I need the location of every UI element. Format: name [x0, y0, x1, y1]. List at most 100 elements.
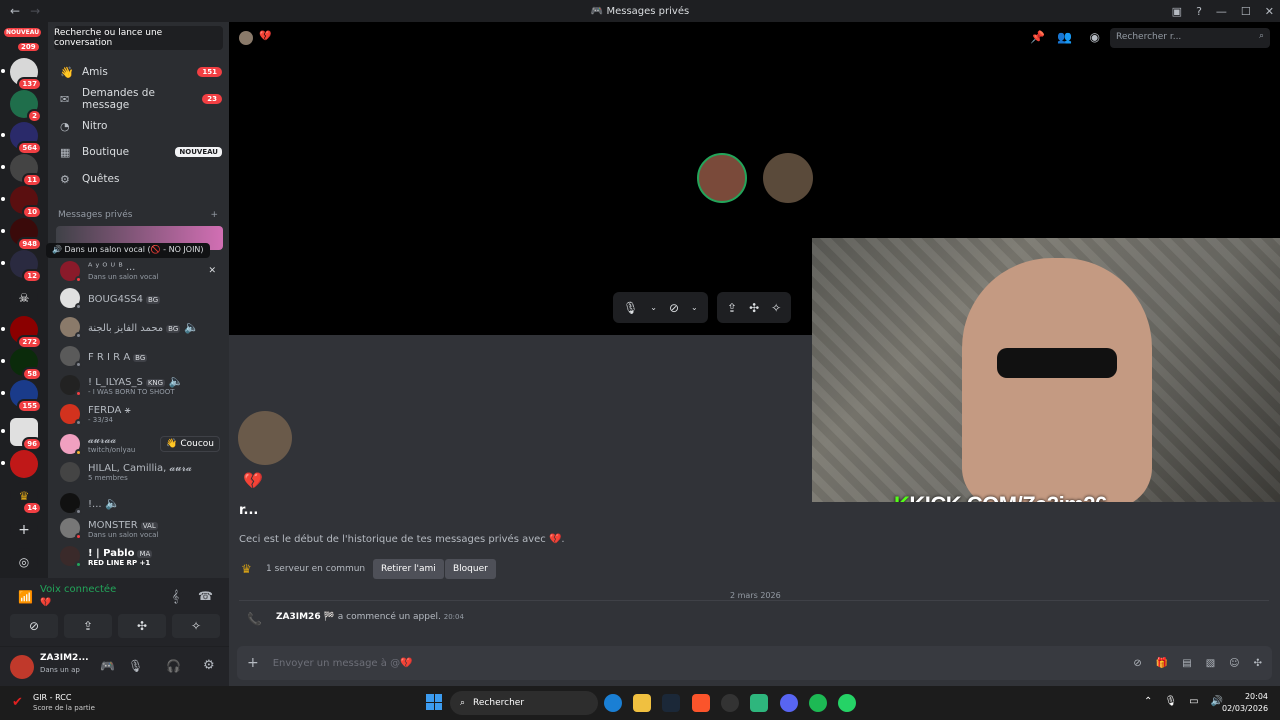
- block-button[interactable]: Bloquer: [445, 559, 496, 579]
- nav-nitro[interactable]: ◔ Nitro: [56, 114, 222, 138]
- settings-gear-icon[interactable]: ⚙: [203, 658, 215, 673]
- inbox-icon[interactable]: ▣: [1172, 5, 1182, 18]
- maximize-button[interactable]: ☐: [1241, 5, 1251, 18]
- microphone-icon[interactable]: 🎙: [128, 659, 143, 673]
- activities-icon[interactable]: ✣: [749, 301, 759, 315]
- server-icon[interactable]: 564: [1, 122, 42, 155]
- avatar[interactable]: [10, 655, 34, 679]
- kick-overlay-text: KKICK.COM/Za3im26: [894, 492, 1107, 502]
- friends-icon: 👋: [60, 65, 74, 79]
- chevron-down-icon[interactable]: ⌄: [691, 303, 698, 312]
- server-icon[interactable]: 12: [1, 250, 42, 283]
- emoji-icon[interactable]: ☺: [1229, 658, 1239, 669]
- dm-item[interactable]: 𝓪𝓾𝓻𝓪𝓪 twitch/onlyau 👋 Coucou: [56, 430, 224, 458]
- microphone-icon[interactable]: 🎙: [1164, 696, 1177, 707]
- sticker-icon[interactable]: ▧: [1206, 658, 1215, 669]
- coucou-button[interactable]: 👋 Coucou: [160, 436, 220, 452]
- dm-item[interactable]: MONSTER VAL Dans un salon vocal: [56, 514, 224, 542]
- dm-item[interactable]: HILAL, Camillia, 𝓪𝓾𝓻𝓪 5 membres: [56, 458, 224, 486]
- remove-friend-button[interactable]: Retirer l'ami: [373, 559, 444, 579]
- help-icon[interactable]: ?: [1196, 5, 1202, 18]
- server-icon[interactable]: 137: [1, 58, 42, 91]
- create-dm-icon[interactable]: +: [210, 210, 218, 220]
- add-attachment-icon[interactable]: +: [247, 655, 259, 671]
- chevron-up-icon[interactable]: ⌃: [1144, 696, 1152, 707]
- dm-item[interactable]: F R I R A BG: [56, 342, 224, 370]
- server-badge: 137: [17, 77, 42, 91]
- windows-start-icon[interactable]: [426, 694, 442, 710]
- headphones-icon[interactable]: 🎧: [166, 659, 181, 673]
- dm-name: ! | Pablo: [88, 548, 135, 559]
- edge-icon[interactable]: [604, 694, 622, 712]
- close-button[interactable]: ✕: [1265, 5, 1274, 18]
- activities-button[interactable]: ✣: [118, 614, 166, 638]
- soundboard-button[interactable]: ✧: [172, 614, 220, 638]
- app-icon[interactable]: [750, 694, 768, 712]
- camera-off-icon[interactable]: ⊘: [669, 301, 679, 315]
- spotify-icon[interactable]: [809, 694, 827, 712]
- nav-shop[interactable]: ▦ Boutique NOUVEAU: [56, 140, 222, 164]
- folder-icon[interactable]: [633, 694, 651, 712]
- gift-icon[interactable]: 🎁: [1156, 658, 1168, 669]
- nav-friends[interactable]: 👋 Amis 151: [56, 60, 222, 84]
- server-icon[interactable]: 155: [1, 380, 42, 413]
- dm-item[interactable]: محمد الفايز بالجنة BG 🔈: [56, 313, 224, 341]
- network-icon[interactable]: ▭: [1189, 696, 1198, 707]
- username: ZA3IM2...: [40, 653, 89, 663]
- camera-off-button[interactable]: ⊘: [10, 614, 58, 638]
- server-icon[interactable]: 2: [10, 90, 42, 123]
- no-mic-icon[interactable]: ⊘: [1133, 658, 1141, 669]
- discord-icon[interactable]: [780, 694, 798, 712]
- nav-message-requests[interactable]: ✉ Demandes de message 23: [56, 87, 222, 111]
- taskbar-search[interactable]: ⌕ Rechercher: [450, 691, 598, 715]
- server-icon[interactable]: 948: [1, 218, 42, 251]
- header-search-input[interactable]: Rechercher r... ⌕: [1110, 28, 1270, 48]
- soundboard-icon[interactable]: 𝄞: [172, 589, 179, 604]
- apps-icon[interactable]: ✣: [1254, 658, 1262, 669]
- server-icon[interactable]: ♛ 14: [10, 482, 42, 515]
- dm-item[interactable]: FERDA ⚹ - 33/34: [56, 400, 224, 428]
- whatsapp-icon[interactable]: [838, 694, 856, 712]
- server-icon[interactable]: 272: [1, 316, 42, 349]
- screen-share-button[interactable]: ⇪: [64, 614, 112, 638]
- dm-item[interactable]: BOUG4SS4 BG: [56, 284, 224, 312]
- dm-name: BOUG4SS4: [88, 294, 144, 305]
- pin-icon[interactable]: 📌: [1030, 30, 1045, 44]
- steam-icon[interactable]: [662, 694, 680, 712]
- game-icon[interactable]: ✔: [12, 695, 23, 710]
- chevron-down-icon[interactable]: ⌄: [650, 303, 657, 312]
- close-dm-icon[interactable]: ✕: [208, 266, 216, 276]
- gif-icon[interactable]: ▤: [1182, 658, 1191, 669]
- server-icon[interactable]: 11: [1, 154, 42, 187]
- add-server-icon[interactable]: +: [10, 516, 38, 544]
- microphone-icon[interactable]: 🎙: [623, 301, 638, 315]
- participant-avatar[interactable]: [763, 153, 813, 203]
- search-conversation-button[interactable]: Recherche ou lance une conversation: [54, 26, 223, 50]
- nav-quests[interactable]: ⚙ Quêtes: [56, 167, 222, 191]
- voice-status[interactable]: Voix connectée: [40, 584, 116, 595]
- server-icon[interactable]: 10: [1, 186, 42, 219]
- dm-item[interactable]: ! L_ILYAS_S KNG 🔈 - I WAS BORN TO SHOOT: [56, 371, 224, 399]
- controller-icon[interactable]: 🎮: [100, 659, 115, 673]
- message-input[interactable]: + Envoyer un message à @💔 ⊘ 🎁 ▤ ▧ ☺ ✣: [237, 646, 1272, 680]
- app-icon[interactable]: [721, 694, 739, 712]
- server-icon[interactable]: [1, 450, 38, 478]
- dm-item[interactable]: ! | Pablo MA RED LINE RP +1: [56, 542, 224, 570]
- dm-item[interactable]: ᴬ ʸ ᴼ ᵁ ᴮ ... Dans un salon vocal ✕: [56, 257, 224, 285]
- disconnect-icon[interactable]: ☎: [198, 589, 213, 603]
- add-friend-icon[interactable]: 👥: [1057, 30, 1072, 44]
- dm-item[interactable]: !... 🔈: [56, 489, 224, 517]
- brave-icon[interactable]: [692, 694, 710, 712]
- mutual-servers[interactable]: 1 serveur en commun: [266, 564, 365, 574]
- server-icon[interactable]: 96: [1, 418, 42, 451]
- avatar: [60, 546, 82, 568]
- call-user[interactable]: ZA3IM26 🏁: [276, 612, 335, 622]
- server-icon[interactable]: ☠: [10, 284, 38, 312]
- discover-icon[interactable]: ◎: [10, 548, 38, 576]
- participant-avatar[interactable]: [697, 153, 747, 203]
- screen-share-icon[interactable]: ⇪: [727, 301, 737, 315]
- soundboard-icon[interactable]: ✧: [771, 301, 781, 315]
- profile-icon[interactable]: ◉: [1090, 30, 1100, 44]
- minimize-button[interactable]: —: [1216, 5, 1227, 18]
- server-icon[interactable]: 58: [1, 348, 42, 381]
